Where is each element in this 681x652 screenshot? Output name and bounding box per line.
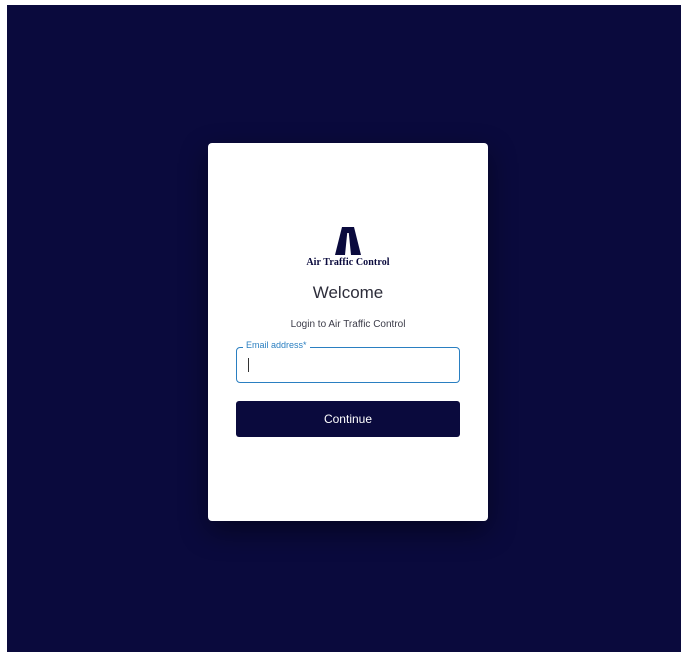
- page-subtitle: Login to Air Traffic Control: [290, 319, 406, 330]
- continue-button[interactable]: Continue: [236, 401, 460, 437]
- air-traffic-control-logo-icon: [335, 227, 361, 255]
- page-title: Welcome: [312, 283, 384, 302]
- email-field[interactable]: Email address*: [236, 340, 460, 383]
- login-card: Air Traffic Control Welcome Login to Air…: [208, 143, 488, 521]
- page-background: Air Traffic Control Welcome Login to Air…: [7, 5, 681, 652]
- brand-logo: Air Traffic Control: [208, 227, 488, 268]
- brand-name: Air Traffic Control: [306, 257, 390, 268]
- email-field-label: Email address*: [243, 340, 310, 350]
- email-input[interactable]: [245, 356, 451, 374]
